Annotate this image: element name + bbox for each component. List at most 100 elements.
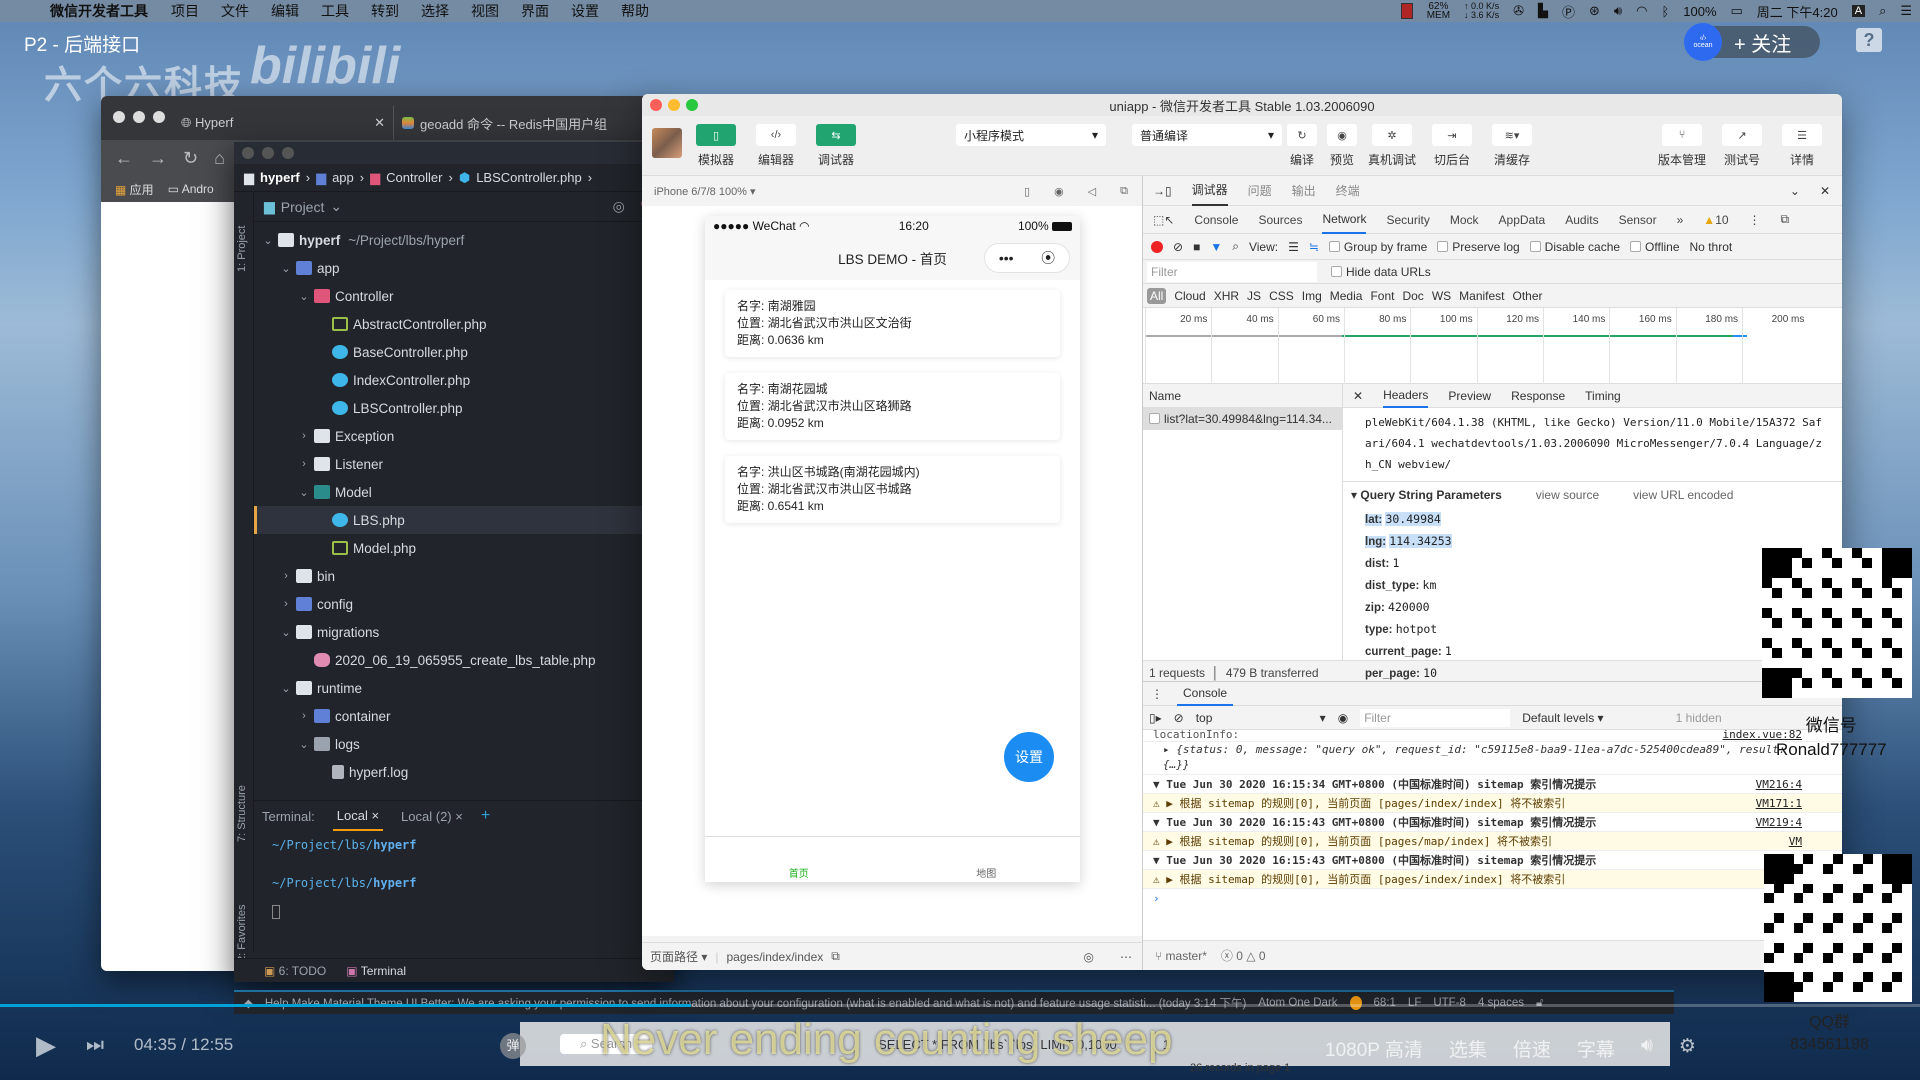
console-warning[interactable]: ⚠ ▶ 根据 sitemap 的规则[0], 当前页面 [pages/index… <box>1143 794 1842 813</box>
side-tab-structure[interactable]: 7: Structure <box>236 785 248 842</box>
offline-checkbox[interactable]: Offline <box>1630 240 1680 254</box>
tree-item[interactable]: › bin <box>254 562 674 590</box>
dock-icon[interactable]: →▯ <box>1153 184 1172 198</box>
tree-item[interactable]: ⌄ Model <box>254 478 674 506</box>
chevron-down-icon[interactable]: ⌄ <box>296 290 312 303</box>
indent-setting[interactable]: 4 spaces <box>1478 997 1524 1009</box>
follow-button[interactable]: ‹/› ocean + 关注 <box>1684 23 1820 61</box>
panel-tab-sensor[interactable]: Sensor <box>1619 213 1657 227</box>
menu-item-interface[interactable]: 界面 <box>510 1 560 21</box>
notification-center-icon[interactable]: ☰ <box>1900 3 1912 19</box>
filter-type-media[interactable]: Media <box>1330 289 1363 303</box>
source-link[interactable]: VM <box>1789 832 1802 850</box>
filter-type-css[interactable]: CSS <box>1269 289 1294 303</box>
tool-tab-terminal[interactable]: ▣ Terminal <box>346 964 406 978</box>
test-account-button[interactable]: ↗ 测试号 <box>1712 124 1772 168</box>
console-prompt[interactable]: › <box>1143 889 1842 908</box>
tree-item[interactable]: ⌄ logs <box>254 730 674 758</box>
line-separator[interactable]: LF <box>1408 997 1421 1009</box>
browser-tab-redis[interactable]: geoadd 命令 -- Redis中国用户组 <box>393 106 615 140</box>
app-tray-icon-4[interactable]: ⊛ <box>1589 3 1600 19</box>
subtitle-button[interactable]: 字幕 <box>1577 1035 1615 1062</box>
detail-tab-response[interactable]: Response <box>1511 389 1565 403</box>
poi-card[interactable]: 名字: 南湖花园城 位置: 湖北省武汉市洪山区珞狮路 距离: 0.0952 km <box>725 373 1060 440</box>
preserve-log-checkbox[interactable]: Preserve log <box>1437 240 1520 254</box>
avatar[interactable] <box>652 128 682 158</box>
spotlight-icon[interactable]: ⌕ <box>1879 3 1886 19</box>
quality-select[interactable]: 1080P 高清 <box>1325 1035 1423 1062</box>
throttle-select[interactable]: No throt <box>1690 240 1733 254</box>
warning-count[interactable]: ▲10 <box>1703 213 1728 227</box>
add-terminal-icon[interactable]: + <box>481 807 490 825</box>
panel-tab-security[interactable]: Security <box>1386 213 1429 227</box>
filter-type-xhr[interactable]: XHR <box>1214 289 1239 303</box>
tree-item[interactable]: hyperf.log <box>254 758 674 786</box>
qsp-toggle[interactable]: ▾ Query String Parameters <box>1351 488 1502 502</box>
ide-window-controls[interactable] <box>234 142 674 164</box>
battery-icon[interactable]: ▭ <box>1731 3 1743 19</box>
app-tray-icon-3[interactable]: Ⓟ <box>1562 2 1575 21</box>
uploader-avatar[interactable]: ‹/› ocean <box>1684 23 1722 61</box>
console-warning[interactable]: ⚠ ▶ 根据 sitemap 的规则[0], 当前页面 [pages/map/i… <box>1143 832 1842 851</box>
wifi-icon[interactable]: ◠ <box>1636 3 1647 19</box>
tab-debugger[interactable]: 调试器 <box>1191 175 1228 206</box>
more-tabs-icon[interactable]: » <box>1677 213 1684 227</box>
panel-tab-sources[interactable]: Sources <box>1258 213 1302 227</box>
filter-type-img[interactable]: Img <box>1302 289 1322 303</box>
filter-type-ws[interactable]: WS <box>1432 289 1451 303</box>
name-column-header[interactable]: Name <box>1143 384 1342 408</box>
tab-map[interactable]: 地图 <box>976 865 996 880</box>
bluetooth-icon[interactable]: ᛒ <box>1661 4 1669 19</box>
breadcrumb-controller[interactable]: Controller <box>386 170 442 185</box>
tab-terminal[interactable]: 终端 <box>1336 182 1360 199</box>
inspect-icon[interactable]: ⬚↖ <box>1153 213 1174 227</box>
chevron-down-icon[interactable]: ⌄ <box>260 234 276 247</box>
group-by-frame-checkbox[interactable]: Group by frame <box>1328 240 1427 254</box>
tree-item[interactable]: ⌄ app <box>254 254 674 282</box>
disable-cache-checkbox[interactable]: Disable cache <box>1529 240 1620 254</box>
view-source-link[interactable]: view source <box>1536 488 1599 502</box>
filter-type-js[interactable]: JS <box>1247 289 1261 303</box>
more-icon[interactable]: ⋯ <box>1120 950 1132 964</box>
close-miniprogram-icon[interactable]: ⦿ <box>1041 248 1055 268</box>
volume-icon[interactable]: 🔊︎ <box>1641 1035 1653 1062</box>
next-icon[interactable]: ⏭ <box>86 1034 104 1057</box>
filter-type-all[interactable]: All <box>1147 287 1167 304</box>
tree-item[interactable]: Model.php <box>254 534 674 562</box>
chevron-right-icon[interactable]: › <box>278 570 294 582</box>
home-icon[interactable]: ⌂ <box>214 148 225 169</box>
reload-icon[interactable]: ↻ <box>183 148 198 169</box>
menu-app-name[interactable]: 微信开发者工具 <box>40 1 160 21</box>
waterfall-icon[interactable]: ≒ <box>1309 240 1319 254</box>
video-progress-bar[interactable] <box>0 1004 1920 1007</box>
filter-type-other[interactable]: Other <box>1513 289 1543 303</box>
poi-card[interactable]: 名字: 南湖雅园 位置: 湖北省武汉市洪山区文治街 距离: 0.0636 km <box>725 290 1060 357</box>
breadcrumb-app[interactable]: app <box>332 170 354 185</box>
console-group[interactable]: ▼ Tue Jun 30 2020 16:15:43 GMT+0800 (中国标… <box>1143 813 1842 832</box>
chevron-right-icon[interactable]: › <box>296 710 312 722</box>
play-icon[interactable]: ▶ <box>36 1030 56 1061</box>
tree-item[interactable]: › Listener <box>254 450 674 478</box>
panel-tab-mock[interactable]: Mock <box>1450 213 1479 227</box>
danmaku-toggle[interactable]: 弹 <box>500 1033 526 1059</box>
source-link[interactable]: VM216:4 <box>1756 775 1802 793</box>
chevron-down-icon[interactable]: ⌄ <box>296 486 312 499</box>
side-tab-project[interactable]: 1: Project <box>236 226 248 272</box>
chevron-down-icon[interactable]: ⌄ <box>330 198 342 215</box>
editor-button[interactable]: ‹/› 编辑器 <box>746 124 806 168</box>
mode-select[interactable]: 小程序模式 ▾ <box>956 124 1106 146</box>
compile-button[interactable]: ↻ 编译 <box>1282 124 1322 168</box>
panel-tab-audits[interactable]: Audits <box>1565 213 1598 227</box>
window-controls[interactable] <box>113 110 173 126</box>
panel-tab-console[interactable]: Console <box>1194 213 1238 227</box>
console-filter-input[interactable]: Filter <box>1360 708 1511 727</box>
tab-issues[interactable]: 问题 <box>1248 182 1272 199</box>
clear-icon[interactable]: ⊘ <box>1173 240 1183 254</box>
detach-window-icon[interactable]: ⧉ <box>1120 185 1128 198</box>
page-path-select[interactable]: 页面路径 ▾ <box>650 948 707 965</box>
eye-icon[interactable]: ◎ <box>1084 950 1094 964</box>
filter-type-cloud[interactable]: Cloud <box>1174 289 1205 303</box>
browser-tab-hyperf[interactable]: 🌐︎ Hyperf ✕ <box>173 106 393 140</box>
record-icon[interactable] <box>1151 240 1163 253</box>
tree-item[interactable]: ⌄ migrations <box>254 618 674 646</box>
